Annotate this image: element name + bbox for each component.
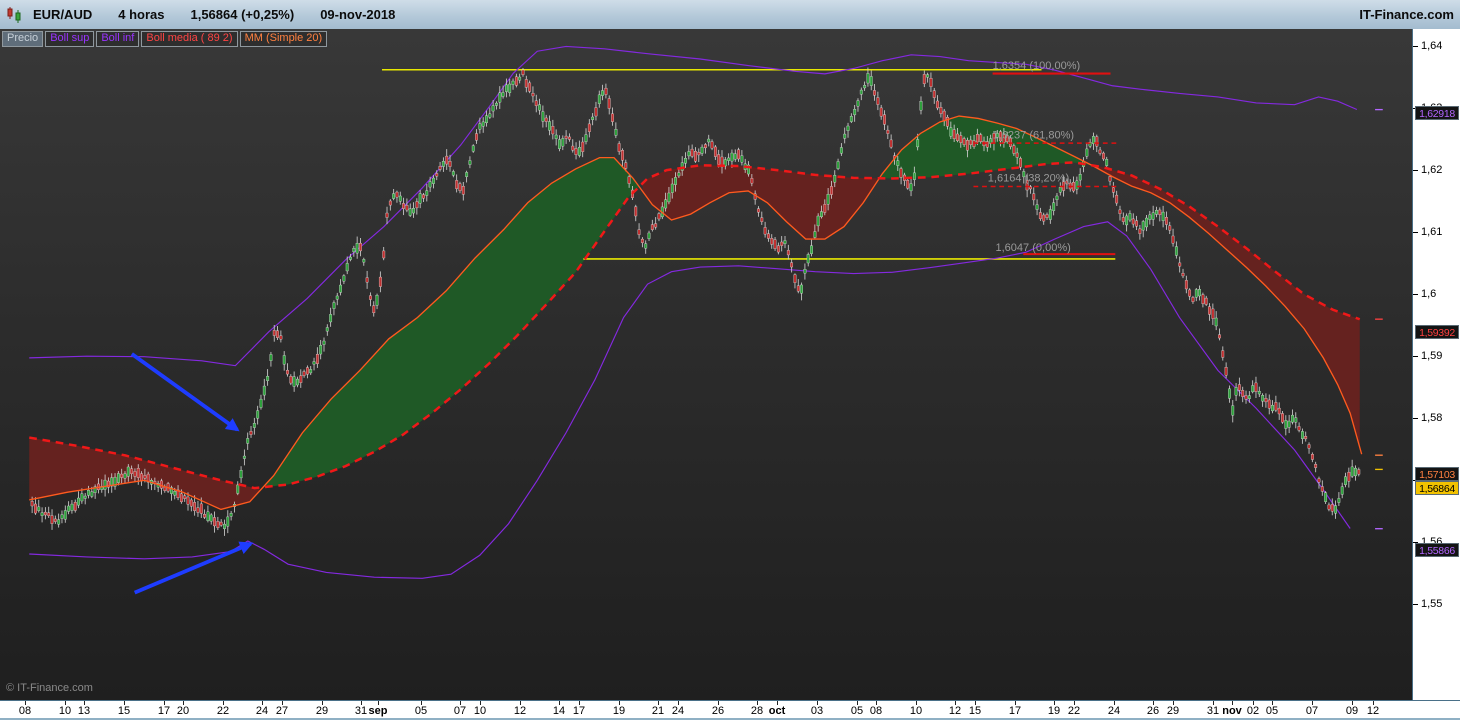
bear-fill-region <box>29 437 260 510</box>
candlestick-logo-icon <box>5 5 25 25</box>
time-tick-label: 24 <box>1107 705 1121 717</box>
time-tick-label: 14 <box>552 705 566 717</box>
time-tick-label: 24 <box>671 705 685 717</box>
symbol-label: EUR/AUD <box>33 7 93 22</box>
price-tick-label: 1,58 <box>1421 412 1443 424</box>
bear-fill-region <box>1095 165 1360 448</box>
time-tick-label: 10 <box>909 705 923 717</box>
indicator-chip-2[interactable]: Boll inf <box>96 31 140 47</box>
price-tick-mark <box>1413 232 1418 233</box>
time-tick-label: 10 <box>58 705 72 717</box>
indicator-chip-3[interactable]: Boll media ( 89 2) <box>141 31 238 47</box>
time-month-label: nov <box>1222 705 1242 717</box>
time-tick-label: 05 <box>1265 705 1279 717</box>
time-tick-label: 15 <box>117 705 131 717</box>
time-tick-label: 19 <box>1047 705 1061 717</box>
time-tick-label: 12 <box>948 705 962 717</box>
time-tick-label: 26 <box>711 705 725 717</box>
price-tick-mark <box>1413 170 1418 171</box>
price-tick-mark <box>1413 46 1418 47</box>
time-tick-label: 08 <box>18 705 32 717</box>
timeframe-label: 4 horas <box>118 7 165 22</box>
time-tick-label: 09 <box>1345 705 1359 717</box>
time-tick-label: 05 <box>850 705 864 717</box>
time-tick-label: 07 <box>453 705 467 717</box>
time-tick-label: 10 <box>473 705 487 717</box>
blue-arrow-annotation <box>133 541 254 595</box>
time-tick-label: 26 <box>1146 705 1160 717</box>
time-tick-label: 17 <box>1008 705 1022 717</box>
indicator-chip-4[interactable]: MM (Simple 20) <box>239 31 328 47</box>
time-tick-label: 15 <box>968 705 982 717</box>
indicator-price-tag: 1,62918 <box>1415 106 1459 121</box>
tag-tick-layer <box>1375 108 1383 530</box>
price-tick-label: 1,62 <box>1421 164 1443 176</box>
time-tick-label: 19 <box>612 705 626 717</box>
time-tick-label: 27 <box>275 705 289 717</box>
indicator-chip-1[interactable]: Boll sup <box>45 31 95 47</box>
time-tick-label: 24 <box>255 705 269 717</box>
title-bar: EUR/AUD 4 horas 1,56864 (+0,25%) 09-nov-… <box>0 0 1460 30</box>
price-tick-mark <box>1413 418 1418 419</box>
time-tick-label: 08 <box>869 705 883 717</box>
trading-app-window: EUR/AUD 4 horas 1,56864 (+0,25%) 09-nov-… <box>0 0 1460 720</box>
fib-label: 1,6047 (0,00%) <box>995 242 1070 254</box>
price-tick-mark <box>1413 294 1418 295</box>
fib-label: 1,6237 (61,80%) <box>993 129 1074 141</box>
time-tick-label: 31 <box>354 705 368 717</box>
indicator-price-tag: 1,55866 <box>1415 543 1459 558</box>
brand-label: IT-Finance.com <box>1359 7 1454 22</box>
indicator-price-tag: 1,59392 <box>1415 324 1459 339</box>
time-tick-label: 12 <box>513 705 527 717</box>
watermark: © IT-Finance.com <box>6 682 93 694</box>
time-tick-label: 17 <box>572 705 586 717</box>
trend-fill-layer <box>29 116 1360 510</box>
price-change-label: 1,56864 (+0,25%) <box>190 7 295 22</box>
time-tick-label: 13 <box>77 705 91 717</box>
time-axis[interactable]: 08 10 13 15 17 20 22 24 27 29 31 sep 05 07 10 12 14 17 19 2… <box>0 700 1460 720</box>
bull-fill-region <box>263 157 639 488</box>
price-tick-label: 1,6 <box>1421 288 1437 300</box>
time-month-label: sep <box>368 705 388 717</box>
time-tick-label: 17 <box>157 705 171 717</box>
bull-fill-region <box>880 116 1092 179</box>
time-tick-label: 22 <box>1067 705 1081 717</box>
time-tick-label: 28 <box>750 705 764 717</box>
price-tick-label: 1,64 <box>1421 40 1443 52</box>
time-tick-label: 20 <box>176 705 190 717</box>
blue-arrow-annotation <box>130 352 240 432</box>
time-tick-label: 12 <box>1366 705 1380 717</box>
time-tick-label: 03 <box>810 705 824 717</box>
current-price-tag: 1,56864 <box>1415 481 1459 496</box>
chart-area[interactable]: 1,6354 (100,00%) 1,6237 (61,80%) 1,6164 (3… <box>0 29 1412 700</box>
indicator-chips: Precio Boll sup Boll inf Boll media ( 89 2)… <box>2 31 329 47</box>
time-tick-label: 31 <box>1206 705 1220 717</box>
candles-layer <box>30 67 1361 536</box>
time-month-label: oct <box>768 705 786 717</box>
price-tick-mark <box>1413 604 1418 605</box>
price-tick-label: 1,55 <box>1421 598 1443 610</box>
indicator-price-tag: 1,57103 <box>1415 466 1459 481</box>
time-tick-label: 02 <box>1246 705 1260 717</box>
date-label: 09-nov-2018 <box>320 7 396 22</box>
time-tick-label: 05 <box>414 705 428 717</box>
price-tick-label: 1,59 <box>1421 350 1443 362</box>
price-tick-label: 1,61 <box>1421 226 1443 238</box>
price-axis[interactable]: 1,641,631,621,611,61,591,581,571,561,551… <box>1412 29 1460 700</box>
price-chart-canvas[interactable]: 1,6354 (100,00%) 1,6237 (61,80%) 1,6164 (3… <box>0 29 1412 700</box>
indicator-chip-0[interactable]: Precio <box>2 31 44 47</box>
time-tick-label: 21 <box>651 705 665 717</box>
price-tick-mark <box>1413 356 1418 357</box>
time-tick-label: 29 <box>315 705 329 717</box>
fib-label: 1,6164 (38,20%) <box>988 173 1069 185</box>
time-tick-label: 29 <box>1166 705 1180 717</box>
time-tick-label: 07 <box>1305 705 1319 717</box>
fib-label: 1,6354 (100,00%) <box>993 60 1081 72</box>
time-tick-label: 22 <box>216 705 230 717</box>
